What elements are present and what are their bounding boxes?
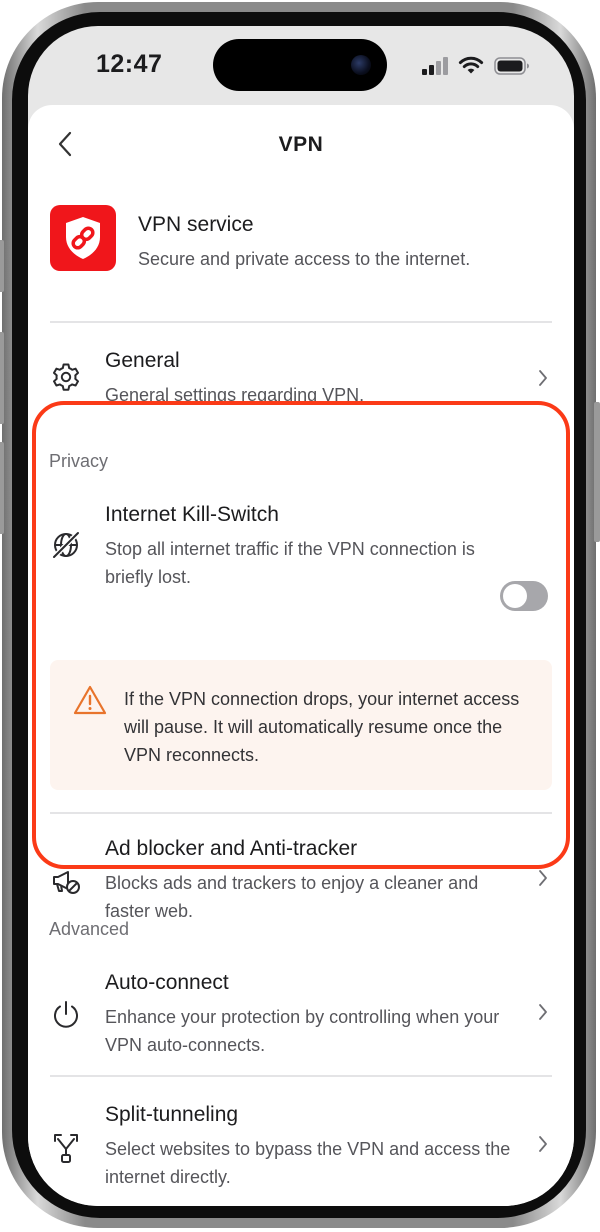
service-title: VPN service bbox=[138, 213, 254, 236]
kill-switch-row: Internet Kill-Switch Stop all internet t… bbox=[48, 499, 554, 599]
gear-icon bbox=[50, 361, 82, 393]
status-bar: 12:47 bbox=[28, 26, 574, 106]
volume-up-button bbox=[0, 332, 4, 424]
split-tunneling-title: Split-tunneling bbox=[105, 1103, 239, 1126]
status-icons bbox=[422, 56, 530, 75]
general-row[interactable]: General General settings regarding VPN. bbox=[48, 343, 554, 413]
chevron-right-icon bbox=[536, 1001, 550, 1023]
chevron-right-icon bbox=[536, 367, 550, 389]
auto-connect-subtitle: Enhance your protection by controlling w… bbox=[105, 1007, 500, 1055]
kill-switch-title: Internet Kill-Switch bbox=[105, 503, 279, 526]
megaphone-block-icon bbox=[50, 865, 82, 897]
split-tunneling-subtitle: Select websites to bypass the VPN and ac… bbox=[105, 1139, 511, 1187]
volume-down-button bbox=[0, 442, 4, 534]
kill-switch-subtitle: Stop all internet traffic if the VPN con… bbox=[105, 539, 475, 587]
kill-switch-toggle[interactable] bbox=[500, 581, 548, 611]
warning-triangle-icon bbox=[73, 685, 107, 715]
status-time: 12:47 bbox=[96, 50, 163, 78]
chevron-right-icon bbox=[536, 867, 550, 889]
divider bbox=[50, 812, 552, 814]
chevron-right-icon bbox=[536, 1133, 550, 1155]
auto-connect-title: Auto-connect bbox=[105, 971, 229, 994]
split-tunneling-row[interactable]: Split-tunneling Select websites to bypas… bbox=[48, 1099, 554, 1199]
privacy-section-label: Privacy bbox=[49, 451, 109, 471]
service-subtitle: Secure and private access to the interne… bbox=[138, 249, 471, 269]
vpn-settings-sheet: VPN VPN service Secure and private acces… bbox=[28, 105, 574, 1206]
action-button bbox=[0, 240, 4, 292]
split-arrows-icon bbox=[50, 1131, 82, 1163]
ad-blocker-row[interactable]: Ad blocker and Anti-tracker Blocks ads a… bbox=[48, 833, 554, 933]
screen: 12:47 VPN VPN service Secure and private… bbox=[28, 26, 574, 1206]
divider bbox=[50, 321, 552, 323]
power-icon bbox=[50, 999, 82, 1031]
general-subtitle: General settings regarding VPN. bbox=[105, 385, 365, 405]
kill-switch-warning: If the VPN connection drops, your intern… bbox=[50, 660, 552, 790]
page-title: VPN bbox=[278, 133, 324, 156]
auto-connect-row[interactable]: Auto-connect Enhance your protection by … bbox=[48, 967, 554, 1067]
divider bbox=[50, 1075, 552, 1077]
ad-blocker-title: Ad blocker and Anti-tracker bbox=[105, 837, 358, 860]
power-button bbox=[594, 402, 600, 542]
general-title: General bbox=[105, 349, 180, 372]
advanced-section-label: Advanced bbox=[49, 919, 130, 939]
wifi-icon bbox=[458, 56, 484, 74]
globe-off-icon bbox=[50, 529, 82, 561]
shield-link-icon bbox=[50, 205, 116, 271]
warning-text: If the VPN connection drops, your intern… bbox=[124, 689, 520, 765]
navigation-bar: VPN bbox=[28, 105, 574, 185]
camera-icon bbox=[351, 55, 371, 75]
toggle-knob bbox=[503, 584, 527, 608]
ad-blocker-subtitle: Blocks ads and trackers to enjoy a clean… bbox=[105, 873, 479, 921]
dynamic-island bbox=[213, 39, 387, 91]
vpn-service-header: VPN service Secure and private access to… bbox=[48, 205, 554, 299]
cellular-signal-icon bbox=[422, 56, 448, 75]
battery-icon bbox=[494, 56, 529, 75]
